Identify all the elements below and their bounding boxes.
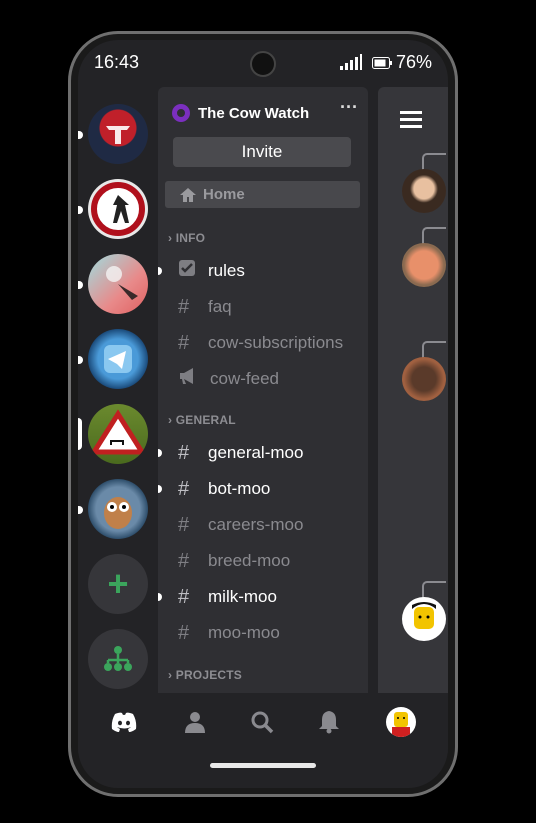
lego-avatar-icon <box>412 602 436 629</box>
category-general[interactable]: › GENERAL <box>168 413 236 427</box>
discord-icon <box>111 712 137 732</box>
hash-icon: # <box>178 513 190 536</box>
member-avatar[interactable] <box>402 597 446 641</box>
members-peek-panel <box>378 87 448 693</box>
hash-icon: # <box>178 441 190 464</box>
server-icon-5[interactable] <box>88 404 148 464</box>
category-projects[interactable]: › PROJECTS <box>168 668 242 682</box>
app-screen: 16:43 76% + The Cow Watch ··· Invite Hom… <box>78 40 448 788</box>
signal-icon <box>340 54 362 70</box>
home-label: Home <box>203 186 245 203</box>
channel-careers-moo[interactable]: # careers-moo <box>178 513 303 537</box>
channel-name: milk-moo <box>208 587 277 606</box>
notifications-button[interactable] <box>314 707 344 737</box>
server-icon-6[interactable] <box>88 479 148 539</box>
unread-indicator <box>158 593 162 601</box>
channel-rules[interactable]: rules <box>178 259 245 283</box>
channel-name: moo-moo <box>208 623 280 642</box>
checkbox-icon <box>178 259 208 283</box>
channel-name: rules <box>208 261 245 280</box>
channel-name: careers-moo <box>208 515 304 534</box>
hash-icon: # <box>178 549 190 572</box>
channel-milk-moo[interactable]: # milk-moo <box>178 585 277 609</box>
hash-icon: # <box>178 621 190 644</box>
member-avatar[interactable] <box>402 169 446 213</box>
owl-icon <box>104 497 132 529</box>
channel-name: faq <box>208 297 232 316</box>
channel-panel: The Cow Watch ··· Invite Home › INFO rul… <box>158 87 368 693</box>
profile-button[interactable] <box>386 707 416 737</box>
battery-icon <box>371 56 392 69</box>
channel-name: bot-moo <box>208 479 271 498</box>
lightbulb-hand-icon <box>106 266 138 300</box>
friends-icon <box>185 712 205 733</box>
channel-faq[interactable]: # faq <box>178 295 232 319</box>
cow-warning-sign-icon <box>89 409 147 455</box>
channel-name: cow-subscriptions <box>208 333 344 352</box>
channel-name: cow-feed <box>210 369 279 388</box>
member-avatar[interactable] <box>402 357 446 401</box>
invite-button[interactable]: Invite <box>173 137 351 167</box>
guild-header[interactable]: The Cow Watch ··· <box>172 97 358 125</box>
channel-name: general-moo <box>208 443 304 462</box>
discover-servers-button[interactable] <box>88 629 148 689</box>
category-label: GENERAL <box>175 413 236 427</box>
search-button[interactable] <box>247 707 277 737</box>
battery-percent: 76% <box>395 52 432 72</box>
no-entry-sign-icon <box>91 182 145 236</box>
hub-tree-icon <box>104 646 132 671</box>
more-options-button[interactable]: ··· <box>340 97 358 118</box>
member-avatar[interactable] <box>402 243 446 287</box>
status-bar: 16:43 76% <box>78 40 448 84</box>
battery-indicator: 76% <box>371 52 432 73</box>
tesla-logo-icon <box>106 126 130 144</box>
bell-icon <box>319 711 339 734</box>
selected-indicator <box>78 418 82 450</box>
hash-icon: # <box>178 477 190 500</box>
channel-cow-subscriptions[interactable]: # cow-subscriptions <box>178 331 343 355</box>
hash-icon: # <box>178 585 190 608</box>
unread-indicator <box>158 449 162 457</box>
unread-indicator <box>78 356 83 364</box>
home-channel[interactable]: Home <box>165 181 360 208</box>
status-time: 16:43 <box>94 52 140 72</box>
plus-icon: + <box>107 563 129 604</box>
guild-icon <box>172 104 190 122</box>
channel-general-moo[interactable]: # general-moo <box>178 441 303 465</box>
channel-name: breed-moo <box>208 551 291 570</box>
search-icon <box>251 711 274 734</box>
channel-bot-moo[interactable]: # bot-moo <box>178 477 270 501</box>
bottom-nav <box>78 693 448 753</box>
add-server-button[interactable]: + <box>88 554 148 614</box>
megaphone-icon <box>178 367 208 391</box>
channel-breed-moo[interactable]: # breed-moo <box>178 549 290 573</box>
unread-indicator <box>78 281 83 289</box>
unread-indicator <box>158 485 162 493</box>
guild-name: The Cow Watch <box>198 104 310 122</box>
category-label: PROJECTS <box>175 668 243 682</box>
home-icon <box>180 187 196 202</box>
hash-icon: # <box>178 295 190 318</box>
hash-icon: # <box>178 331 190 354</box>
unread-indicator <box>78 131 83 139</box>
server-icon-3[interactable] <box>88 254 148 314</box>
category-label: INFO <box>175 231 206 245</box>
hamburger-menu-icon[interactable] <box>400 111 422 129</box>
category-info[interactable]: › INFO <box>168 231 205 245</box>
friends-button[interactable] <box>180 707 210 737</box>
server-icon-1[interactable] <box>88 104 148 164</box>
server-icon-4[interactable] <box>88 329 148 389</box>
unread-indicator <box>158 267 162 275</box>
telegram-icon <box>104 345 132 373</box>
server-icon-2[interactable] <box>88 179 148 239</box>
unread-indicator <box>78 506 83 514</box>
unread-indicator <box>78 206 83 214</box>
camera-cutout <box>250 51 276 77</box>
channel-moo-moo[interactable]: # moo-moo <box>178 621 280 645</box>
channel-cow-feed[interactable]: cow-feed <box>178 367 279 391</box>
gesture-home-indicator[interactable] <box>210 763 316 768</box>
discord-home-button[interactable] <box>109 707 139 737</box>
profile-avatar-icon <box>392 712 410 737</box>
